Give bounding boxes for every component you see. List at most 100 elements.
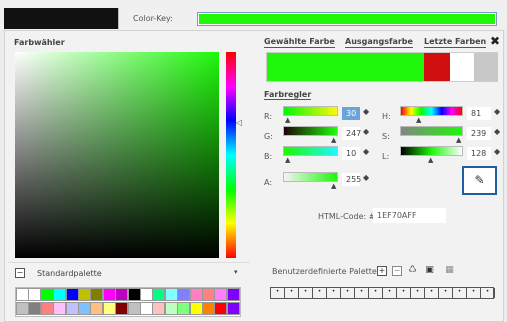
custom-palette-cell[interactable]: •	[439, 288, 453, 298]
palette-cell[interactable]	[214, 302, 228, 315]
palette-cell[interactable]	[152, 288, 166, 301]
custom-palette-cell[interactable]: •	[341, 288, 355, 298]
palette-cell[interactable]	[102, 288, 116, 301]
palette-cell[interactable]	[16, 302, 29, 315]
input-r[interactable]: 30	[342, 107, 360, 120]
custom-palette-cell[interactable]: •	[397, 288, 411, 298]
palette-cell[interactable]	[189, 288, 203, 301]
slider-l-thumb[interactable]: ▲	[428, 156, 433, 164]
slider-g-thumb[interactable]: ▲	[331, 136, 336, 144]
custom-palette-cell[interactable]: •	[481, 288, 495, 298]
slider-r[interactable]	[283, 106, 338, 116]
input-b[interactable]: 10	[342, 147, 360, 160]
palette-cell[interactable]	[102, 302, 116, 315]
palette-cell[interactable]	[16, 288, 29, 301]
hex-input[interactable]: 1EF70AFF	[373, 208, 446, 223]
palette-cell[interactable]	[177, 288, 191, 301]
palette-cell[interactable]	[53, 288, 67, 301]
palette-cell[interactable]	[78, 302, 91, 315]
spin-a[interactable]: ◆	[363, 173, 369, 182]
hue-slider[interactable]	[226, 52, 236, 258]
spin-b[interactable]: ◆	[363, 147, 369, 156]
close-icon[interactable]: ✖	[490, 34, 500, 48]
slider-s-thumb[interactable]: ▲	[456, 136, 461, 144]
slider-h[interactable]	[400, 106, 463, 116]
slider-s[interactable]	[400, 126, 463, 136]
palette-cell[interactable]	[140, 302, 153, 315]
original-color-swatch[interactable]	[424, 53, 450, 81]
add-color-icon[interactable]: +	[377, 266, 387, 276]
palette-cell[interactable]	[177, 302, 191, 315]
input-l[interactable]: 128	[467, 147, 491, 160]
slider-r-thumb[interactable]: ▲	[285, 116, 290, 124]
palette-cell[interactable]	[152, 302, 166, 315]
input-h[interactable]: 81	[467, 107, 491, 120]
custom-palette-cell[interactable]: •	[327, 288, 341, 298]
palette-cell[interactable]	[164, 288, 178, 301]
custom-palette-cell[interactable]: •	[299, 288, 313, 298]
palette-cell[interactable]	[164, 302, 178, 315]
custom-palette-cell[interactable]: •	[369, 288, 383, 298]
slider-a-thumb[interactable]: ▲	[331, 182, 336, 190]
grid-icon[interactable]: ▦	[444, 265, 455, 276]
palette-cell[interactable]	[65, 302, 79, 315]
eyedropper-button[interactable]: ✎	[462, 166, 497, 195]
custom-palette-cell[interactable]: •	[355, 288, 369, 298]
palette-cell[interactable]	[226, 288, 240, 301]
palette-cell[interactable]	[214, 288, 228, 301]
palette-cell[interactable]	[28, 302, 42, 315]
save-icon[interactable]: ▣	[424, 265, 435, 276]
spin-s[interactable]: ◆	[494, 127, 500, 136]
palette-select[interactable]: − Standardpalette ▾	[15, 266, 243, 280]
tab-original-color[interactable]: Ausgangsfarbe	[345, 37, 413, 48]
custom-palette-cell[interactable]: •	[285, 288, 299, 298]
spin-l[interactable]: ◆	[494, 147, 500, 156]
remove-color-icon[interactable]: −	[392, 266, 402, 276]
palette-cell[interactable]	[40, 288, 54, 301]
tab-selected-color[interactable]: Gewählte Farbe	[264, 37, 335, 48]
palette-cell[interactable]	[115, 288, 129, 301]
palette-cell[interactable]	[226, 302, 240, 315]
color-key-swatch[interactable]	[197, 12, 497, 26]
palette-cell[interactable]	[65, 288, 79, 301]
custom-palette-cell[interactable]: •	[313, 288, 327, 298]
slider-l[interactable]	[400, 146, 463, 156]
delete-icon[interactable]: ♺	[407, 265, 418, 276]
chevron-down-icon[interactable]: ▾	[234, 268, 238, 276]
palette-cell[interactable]	[115, 302, 129, 315]
palette-cell[interactable]	[202, 302, 215, 315]
slider-b-thumb[interactable]: ▲	[285, 156, 290, 164]
palette-cell[interactable]	[202, 288, 215, 301]
saturation-value-square[interactable]	[15, 52, 219, 258]
custom-palette-cell[interactable]: •	[467, 288, 481, 298]
palette-cell[interactable]	[40, 302, 54, 315]
palette-cell[interactable]	[53, 302, 67, 315]
collapse-icon[interactable]: −	[15, 268, 25, 278]
spin-g[interactable]: ◆	[363, 127, 369, 136]
palette-cell[interactable]	[28, 288, 42, 301]
spin-h[interactable]: ◆	[494, 107, 500, 116]
palette-cell[interactable]	[127, 288, 141, 301]
hue-marker-icon[interactable]: ◁	[236, 118, 244, 127]
spin-r[interactable]: ◆	[363, 107, 369, 116]
slider-g[interactable]	[283, 126, 338, 136]
input-g[interactable]: 247	[342, 127, 361, 140]
palette-cell[interactable]	[189, 302, 203, 315]
custom-palette-cell[interactable]: •	[271, 288, 285, 298]
slider-a[interactable]	[283, 172, 338, 182]
input-s[interactable]: 239	[467, 127, 491, 140]
palette-cell[interactable]	[78, 288, 91, 301]
palette-cell[interactable]	[140, 288, 153, 301]
palette-cell[interactable]	[127, 302, 141, 315]
input-a[interactable]: 255	[342, 173, 361, 186]
custom-palette-cell[interactable]: •	[383, 288, 397, 298]
slider-h-thumb[interactable]: ▲	[416, 116, 421, 124]
recent-color-swatch[interactable]	[474, 53, 498, 81]
palette-cell[interactable]	[90, 302, 104, 315]
slider-b[interactable]	[283, 146, 338, 156]
palette-cell[interactable]	[90, 288, 104, 301]
tab-recent-colors[interactable]: Letzte Farben	[424, 37, 487, 48]
custom-palette-cell[interactable]: •	[425, 288, 439, 298]
custom-palette-cell[interactable]: •	[453, 288, 467, 298]
custom-palette-cell[interactable]: •	[411, 288, 425, 298]
